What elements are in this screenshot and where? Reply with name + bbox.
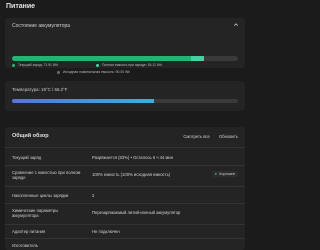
legend-dot: [12, 63, 15, 67]
row-key: Сравнение с емкостью при полном заряде: [12, 170, 81, 180]
battery-status-card: Состояние аккумулятора Текущий заряд: 71…: [5, 18, 245, 74]
row-value: Разряжается (83%) • Осталось 5 ч 44 мин: [92, 155, 174, 160]
divider: [5, 224, 245, 225]
row-value: 100% емкость (100% исходная емкость): [92, 172, 171, 177]
battery-progress-bar: [12, 56, 238, 61]
battery-full-capacity-fill: [190, 56, 205, 61]
battery-status-title: Состояние аккумулятора: [12, 23, 71, 29]
view-all-button[interactable]: Смотреть все: [183, 134, 209, 139]
row-key: Текущий заряд: [12, 155, 42, 160]
row-key: Накопленные циклы зарядки: [12, 193, 69, 198]
divider: [5, 147, 245, 148]
status-badge: ● Хорошее: [211, 171, 238, 177]
overview-card: Общий обзор Смотреть все Обновить Текущи…: [5, 127, 245, 250]
page-title: Питание: [6, 3, 36, 10]
chevron-up-icon[interactable]: [233, 22, 239, 28]
row-key: Адаптер питания: [12, 229, 46, 234]
row-value: Перезаряжаемый литий-ионный аккумулятор: [92, 210, 181, 215]
row-value: 2: [92, 193, 95, 198]
check-circle-icon: ●: [214, 172, 217, 176]
temperature-bar: [12, 99, 238, 103]
divider: [5, 186, 245, 187]
divider: [5, 238, 245, 239]
refresh-button[interactable]: Обновить: [219, 134, 238, 139]
status-badge-label: Хорошее: [218, 172, 235, 176]
temperature-bar-fill: [12, 99, 155, 103]
divider: [5, 203, 245, 204]
legend-item-full-capacity: Полная емкость при заряде: 54.11 Wh: [96, 63, 162, 67]
row-key: Изготовитель: [12, 243, 39, 248]
legend-item-design-capacity: Исходная номинальная емкость: 90.00 Wh: [57, 70, 130, 74]
row-value: Не подключен: [92, 229, 120, 234]
battery-current-charge-fill: [12, 56, 191, 61]
overview-actions: Смотреть все Обновить: [175, 134, 238, 139]
divider: [5, 165, 245, 166]
overview-title: Общий обзор: [12, 133, 49, 139]
legend-label: Полная емкость при заряде: 54.11 Wh: [101, 63, 162, 67]
temperature-card: Температура: 19°C / 66.2°F: [5, 81, 245, 111]
legend-dot: [57, 70, 60, 74]
temperature-label: Температура: 19°C / 66.2°F: [12, 87, 68, 92]
row-key: Химические параметры аккумулятора: [12, 208, 59, 218]
legend-item-current-charge: Текущий заряд: 71.91 Wh: [12, 63, 58, 67]
legend-label: Исходная номинальная емкость: 90.00 Wh: [62, 70, 131, 74]
legend-dot: [96, 63, 99, 67]
legend-label: Текущий заряд: 71.91 Wh: [17, 63, 58, 67]
